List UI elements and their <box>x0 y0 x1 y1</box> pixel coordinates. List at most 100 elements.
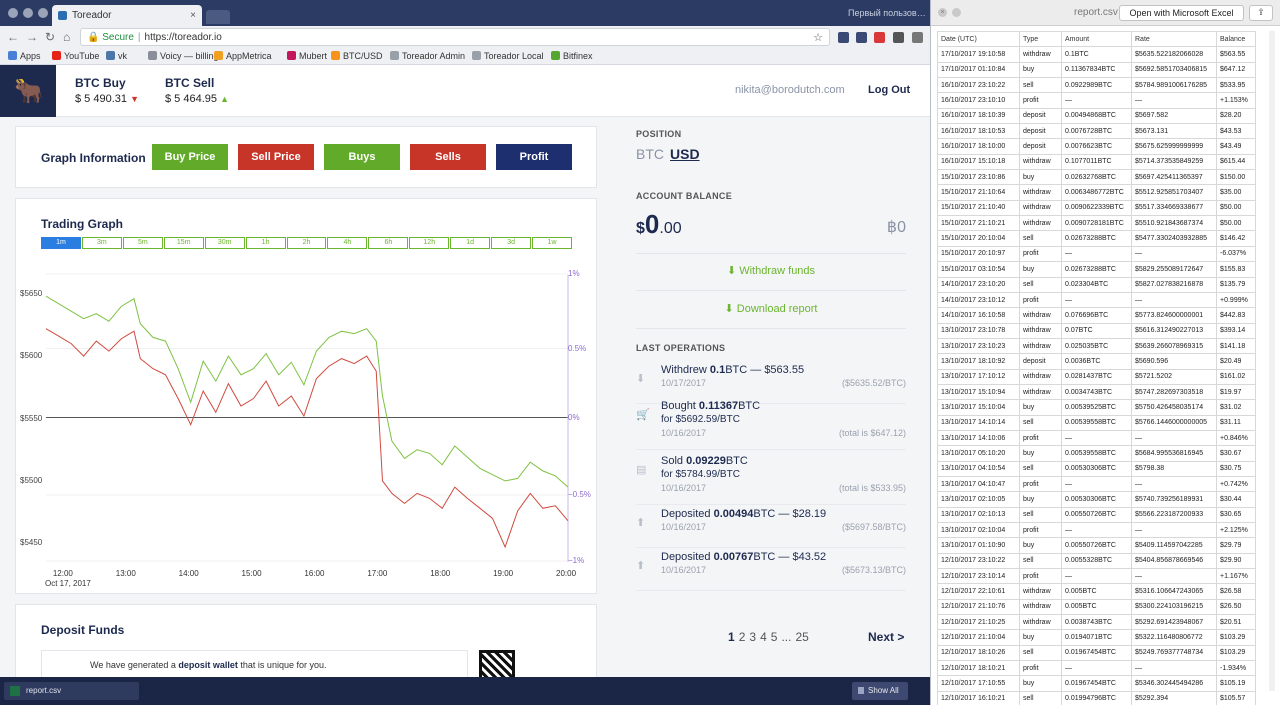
sell-price-line[interactable] <box>45 328 569 549</box>
cart-icon: 🛒 <box>636 409 650 421</box>
csv-cell: 12/10/2017 17:10:55 <box>937 675 1020 692</box>
csv-cell: 16/10/2017 18:10:39 <box>937 107 1020 125</box>
csv-cell: $50.00 <box>1216 199 1256 217</box>
operation-item[interactable]: ⬆ Deposited 0.00494BTC — $28.19 10/16/2017… <box>636 506 906 548</box>
operation-verb: Sold <box>661 455 687 467</box>
withdraw-funds-button[interactable]: ⬇ Withdraw funds <box>636 264 906 277</box>
bookmark-star-icon[interactable]: ☆ <box>813 31 823 44</box>
bookmark-item[interactable]: Mubert <box>287 51 327 61</box>
bookmark-item[interactable]: Apps <box>8 51 41 61</box>
bookmark-item[interactable]: Toreador Admin <box>390 51 465 61</box>
csv-cell: $31.11 <box>1216 414 1256 431</box>
graph-toggle-buys[interactable]: Buys <box>324 144 400 170</box>
open-with-excel-button[interactable]: Open with Microsoft Excel <box>1119 5 1244 21</box>
extension-icon[interactable] <box>838 32 849 43</box>
btc-sell-label: BTC Sell <box>165 76 215 90</box>
graph-toggle-sells[interactable]: Sells <box>410 144 486 170</box>
upload-icon: ⬆ <box>636 560 646 572</box>
maximize-window-button[interactable] <box>38 8 48 18</box>
address-bar[interactable]: 🔒 Secure | https://toreador.io ☆ <box>80 28 830 46</box>
csv-cell: 13/10/2017 04:10:54 <box>937 460 1020 477</box>
operation-item[interactable]: 🛒 Bought 0.11367BTC for $5692.59/BTC 10/16/… <box>636 398 906 450</box>
toreador-logo[interactable]: 🐂 <box>0 65 56 117</box>
next-page-link[interactable]: Next > <box>868 630 904 644</box>
forward-icon[interactable]: → <box>26 30 38 44</box>
x-axis-tick-label: 18:00 <box>430 569 451 578</box>
bookmark-item[interactable]: Bitfinex <box>551 51 593 61</box>
position-btc[interactable]: BTC <box>636 146 664 162</box>
page-2[interactable]: 2 <box>739 630 746 644</box>
operation-item[interactable]: ▤ Sold 0.09229BTC for $5784.99/BTC 10/16/20… <box>636 453 906 505</box>
csv-cell: buy <box>1019 629 1062 646</box>
y-axis-tick-label: $5450 <box>20 538 43 548</box>
bookmark-item[interactable]: AppMetrica <box>214 51 272 61</box>
csv-cell: — <box>1131 475 1217 493</box>
bookmark-item[interactable]: Toreador Local <box>472 51 544 61</box>
csv-cell: $5404.856878669546 <box>1131 552 1217 570</box>
download-report-button[interactable]: ⬇ Download report <box>636 302 906 315</box>
csv-cell: +1.167% <box>1216 568 1256 585</box>
fullscreen-icon[interactable] <box>952 8 961 17</box>
page-5[interactable]: 5 <box>771 630 778 644</box>
share-icon[interactable]: ⇪ <box>1249 5 1273 21</box>
csv-scrollbar[interactable] <box>1269 31 1275 691</box>
reload-icon[interactable]: ↻ <box>45 30 55 44</box>
csv-cell: 0.11367834BTC <box>1061 61 1132 79</box>
graph-toggle-sell-price[interactable]: Sell Price <box>238 144 314 170</box>
close-window-button[interactable] <box>8 8 18 18</box>
minimize-window-button[interactable] <box>23 8 33 18</box>
operation-item[interactable]: ⬆ Deposited 0.00767BTC — $43.52 10/16/2017… <box>636 549 906 591</box>
page-1[interactable]: 1 <box>728 630 735 644</box>
extension-icon[interactable] <box>874 32 885 43</box>
csv-cell: 0.005BTC <box>1061 583 1132 600</box>
page-4[interactable]: 4 <box>760 630 767 644</box>
csv-cell: $105.57 <box>1216 690 1256 705</box>
tab-title: Toreador <box>72 10 112 21</box>
home-icon[interactable]: ⌂ <box>63 30 70 44</box>
operation-rate-note: ($5635.52/BTC) <box>841 378 906 388</box>
extension-icon[interactable] <box>893 32 904 43</box>
x-axis-tick-label: 15:00 <box>241 569 262 578</box>
new-tab-button[interactable] <box>206 10 230 24</box>
csv-cell: sell <box>1019 276 1062 293</box>
deposit-wallet-link[interactable]: deposit wallet <box>178 660 238 670</box>
bookmark-favicon-icon <box>214 51 223 60</box>
position-usd[interactable]: USD <box>670 146 700 162</box>
back-icon[interactable]: ← <box>7 30 19 44</box>
csv-cell: $43.49 <box>1216 138 1256 155</box>
operation-rate-note: (total is $647.12) <box>838 428 906 438</box>
buy-price-line[interactable] <box>45 295 569 488</box>
browser-tab[interactable]: Toreador × <box>52 5 202 26</box>
csv-cell: +1.153% <box>1216 92 1256 109</box>
url-text: https://toreador.io <box>144 32 222 43</box>
menu-icon[interactable] <box>912 32 923 43</box>
trading-chart[interactable] <box>16 199 598 595</box>
page-3[interactable]: 3 <box>749 630 756 644</box>
graph-toggle-buy-price[interactable]: Buy Price <box>152 144 228 170</box>
graph-toggle-profit[interactable]: Profit <box>496 144 572 170</box>
csv-row: 12/10/2017 21:10:76 withdraw 0.005BTC $5300… <box>937 598 1256 616</box>
logout-link[interactable]: Log Out <box>868 84 910 96</box>
csv-cell: — <box>1131 660 1217 677</box>
csv-cell: profit <box>1019 475 1062 493</box>
csv-cell: buy <box>1019 399 1062 416</box>
csv-cell: withdraw <box>1019 46 1062 63</box>
csv-cell: 12/10/2017 21:10:25 <box>937 614 1020 631</box>
download-item[interactable]: report.csv <box>4 682 139 700</box>
bookmark-item[interactable]: YouTube <box>52 51 99 61</box>
close-icon[interactable]: × <box>938 8 947 17</box>
bookmark-item[interactable]: Voicy — billing <box>148 51 219 61</box>
page-25[interactable]: 25 <box>795 630 808 644</box>
operation-detail: BTC — $28.19 <box>753 508 827 520</box>
extension-icon[interactable] <box>856 32 867 43</box>
bookmark-item[interactable]: BTC/USD <box>331 51 383 61</box>
close-tab-icon[interactable]: × <box>190 10 196 21</box>
csv-cell: 0.0036BTC <box>1061 353 1132 370</box>
show-all-button[interactable]: Show All <box>852 682 908 700</box>
operation-amount: 0.09229 <box>686 455 726 467</box>
profile-name[interactable]: Первый пользов… <box>848 8 926 18</box>
bookmark-item[interactable]: vk <box>106 51 127 61</box>
csv-row: 13/10/2017 15:10:04 buy 0.00539525BTC $5750… <box>937 399 1256 416</box>
csv-cell: deposit <box>1019 353 1062 370</box>
csv-cell: $146.42 <box>1216 230 1256 247</box>
